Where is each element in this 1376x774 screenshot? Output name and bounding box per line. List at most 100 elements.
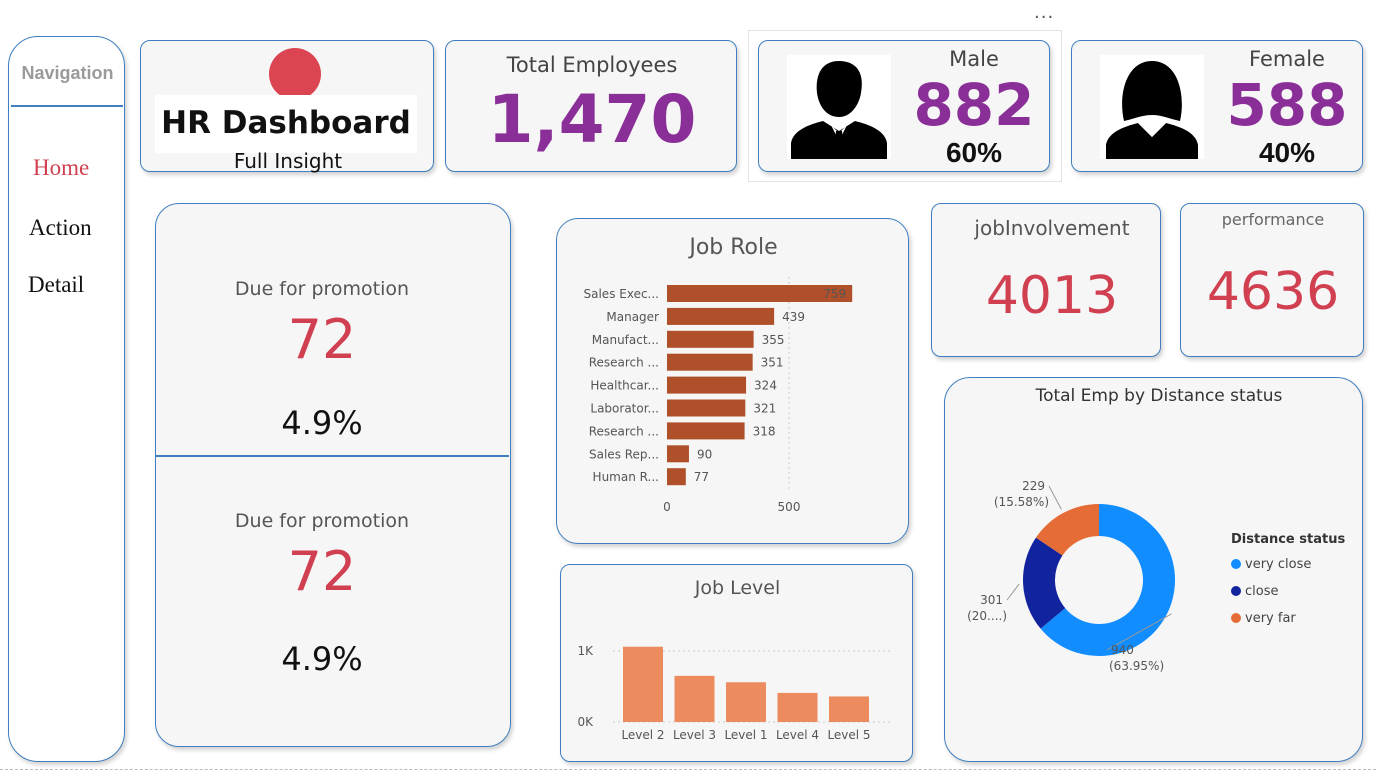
job-level-bar: [623, 646, 663, 722]
promotion-divider: [156, 455, 509, 457]
female-percent: 40%: [1258, 137, 1316, 168]
job-involvement-card[interactable]: jobInvolvement 4013: [931, 203, 1161, 357]
promotion-label: Due for promotion: [234, 278, 410, 300]
job-level-bar: [726, 682, 766, 722]
performance-label: performance: [1221, 210, 1325, 229]
distance-chart-card[interactable]: Total Emp by Distance status 940 (63.95%)…: [944, 377, 1363, 762]
legend-dot-icon: [1231, 613, 1241, 623]
female-label: Female: [1249, 47, 1325, 71]
category-label: Healthcar...: [590, 379, 659, 393]
legend-title: Distance status: [1231, 532, 1346, 547]
category-label: Research ...: [589, 356, 659, 370]
female-avatar-icon: [1100, 55, 1204, 159]
male-value: 882: [913, 71, 1035, 139]
dashboard-subtitle: Full Insight: [233, 149, 343, 173]
page-bottom-border: [0, 769, 1376, 770]
slice-percent-label: (15.58%): [994, 495, 1049, 509]
data-label: 759: [823, 287, 846, 301]
legend-dot-icon: [1231, 559, 1241, 569]
male-percent: 60%: [945, 137, 1003, 168]
category-label: Laborator...: [590, 402, 659, 416]
total-employees-card[interactable]: Total Employees 1,470: [445, 40, 737, 172]
legend-label: very close: [1245, 557, 1312, 572]
job-role-bar: [667, 422, 745, 440]
data-label: 324: [754, 379, 777, 393]
job-level-chart-card[interactable]: Job Level 1K 0K Level 2 Level 3 Level 1 Level…: [560, 564, 913, 762]
data-label: 439: [782, 310, 805, 324]
data-label: 318: [753, 424, 776, 438]
navigation-panel: Navigation Home Action Detail: [8, 36, 125, 762]
job-role-bar: [667, 445, 689, 463]
job-level-bar: [674, 675, 715, 722]
female-value: 588: [1226, 71, 1348, 139]
promotion-card[interactable]: Due for promotion 72 4.9% Due for promot…: [155, 203, 511, 747]
legend-label: close: [1245, 584, 1279, 599]
promotion-percent: 4.9%: [281, 404, 363, 442]
more-options-icon[interactable]: ...: [1034, 2, 1054, 23]
job-level-bar: [829, 696, 869, 722]
category-label: Level 3: [673, 728, 716, 742]
legend-dot-icon: [1231, 586, 1241, 596]
job-role-bar: [667, 330, 754, 348]
job-involvement-value: 4013: [985, 266, 1119, 326]
category-label: Level 1: [724, 728, 767, 742]
leader-line: [1006, 583, 1020, 601]
job-involvement-label: jobInvolvement: [974, 216, 1130, 240]
slice-percent-label: (20....): [967, 609, 1007, 623]
navigation-title: Navigation: [21, 63, 114, 83]
total-employees-value: 1,470: [487, 81, 697, 158]
job-role-chart: Sales Exec... 759 Manager 439 Manufact... 355…: [584, 277, 853, 514]
category-label: Level 5: [827, 728, 870, 742]
legend-item-very-close[interactable]: very close: [1231, 557, 1311, 572]
nav-item-home[interactable]: Home: [33, 155, 89, 181]
category-label: Sales Rep...: [589, 447, 659, 461]
legend-label: very far: [1245, 611, 1296, 626]
slice-value-label: 229: [1022, 479, 1045, 493]
female-card[interactable]: Female 588 40%: [1071, 40, 1363, 172]
slice-percent-label: (63.95%): [1109, 659, 1164, 673]
male-label: Male: [949, 47, 999, 71]
job-role-bar: [667, 307, 775, 325]
category-label: Level 4: [776, 728, 819, 742]
job-role-bar: [667, 353, 753, 371]
male-card[interactable]: Male 882 60%: [758, 40, 1050, 172]
title-box: HR Dashboard: [155, 95, 417, 153]
legend-item-close[interactable]: close: [1231, 584, 1278, 599]
job-role-chart-card[interactable]: Job Role Sales Exec... 759 Manager 439 Manuf…: [556, 218, 909, 544]
job-level-bar: [777, 692, 818, 722]
navigation-divider: [11, 105, 123, 107]
y-tick-label: 0K: [577, 715, 594, 729]
job-role-bar: [667, 468, 686, 486]
data-label: 77: [694, 470, 709, 484]
logo-dot-icon: [269, 48, 321, 100]
category-label: Manager: [606, 310, 659, 324]
category-label: Level 2: [621, 728, 664, 742]
nav-item-action[interactable]: Action: [29, 215, 92, 241]
promotion-value: 72: [287, 308, 357, 371]
category-label: Human R...: [593, 470, 659, 484]
y-tick-label: 1K: [577, 644, 594, 658]
data-label: 351: [761, 356, 784, 370]
data-label: 355: [762, 333, 785, 347]
job-role-bar: [667, 399, 746, 417]
total-employees-label: Total Employees: [506, 53, 678, 77]
leader-line: [1048, 485, 1062, 510]
performance-card[interactable]: performance 4636: [1180, 203, 1364, 357]
category-label: Research ...: [589, 424, 659, 438]
x-tick-label: 0: [663, 500, 671, 514]
nav-item-detail[interactable]: Detail: [28, 272, 84, 298]
category-label: Manufact...: [592, 333, 659, 347]
job-role-bar: [667, 376, 747, 394]
promotion-value: 72: [287, 540, 357, 603]
promotion-percent: 4.9%: [281, 640, 363, 678]
slice-value-label: 940: [1111, 643, 1134, 657]
category-label: Sales Exec...: [584, 287, 660, 301]
performance-value: 4636: [1206, 262, 1340, 322]
promotion-label: Due for promotion: [234, 510, 410, 532]
dashboard-title: HR Dashboard: [161, 105, 411, 141]
legend-item-very-far[interactable]: very far: [1231, 611, 1296, 626]
male-avatar-icon: [787, 55, 891, 159]
dashboard-title-card: HR Dashboard Full Insight: [140, 40, 434, 173]
data-label: 321: [753, 402, 776, 416]
data-label: 90: [697, 447, 712, 461]
